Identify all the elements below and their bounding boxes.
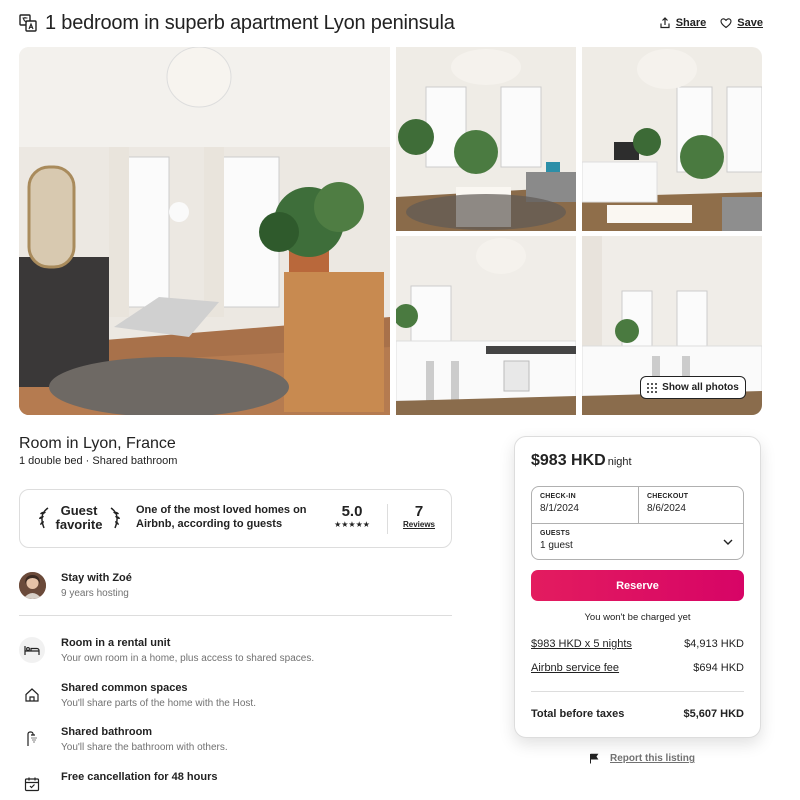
feature-cancellation: Free cancellation for 48 hours: [19, 771, 452, 800]
total-label: Total before taxes: [531, 708, 625, 720]
show-all-label: Show all photos: [662, 382, 739, 393]
home-icon: [19, 682, 45, 708]
bed-icon: [19, 637, 45, 663]
feature-title: Room in a rental unit: [61, 637, 171, 649]
checkout-value: 8/6/2024: [647, 503, 686, 514]
guest-favorite-label: Guest favorite: [54, 504, 104, 532]
rating-stars: ★★★★★: [334, 520, 370, 529]
rating-block: 5.0 ★★★★★: [332, 503, 372, 530]
checkin-label: CHECK-IN: [540, 493, 576, 500]
chevron-down-icon[interactable]: [723, 537, 733, 547]
picker-divider: [638, 487, 639, 523]
no-charge-note: You won't be charged yet: [584, 612, 691, 623]
checkin-value: 8/1/2024: [540, 503, 579, 514]
booking-card: $983 HKD night CHECK-IN 8/1/2024 CHECKOUT…: [514, 436, 761, 738]
price-unit: night: [607, 456, 632, 468]
report-label: Report this listing: [610, 753, 695, 764]
checkout-field[interactable]: CHECKOUT 8/6/2024: [647, 493, 688, 514]
guest-favorite-description: One of the most loved homes on Airbnb, a…: [136, 504, 307, 530]
feature-room-type: Room in a rental unit Your own room in a…: [19, 637, 452, 671]
nightly-price: $983 HKD night: [531, 452, 632, 470]
save-label: Save: [737, 17, 763, 29]
guest-favorite-line2: favorite: [55, 517, 103, 532]
guests-value: 1 guest: [540, 540, 573, 551]
fav-divider: [387, 504, 388, 534]
feature-bathroom: Shared bathroom You'll share the bathroo…: [19, 726, 452, 760]
nights-line: $983 HKD x 5 nights $4,913 HKD: [531, 638, 744, 650]
nights-value: $4,913 HKD: [684, 638, 744, 650]
host-section: Stay with Zoé 9 years hosting: [19, 572, 452, 602]
rating-value: 5.0: [341, 503, 363, 520]
listing-header: 1 bedroom in superb apartment Lyon penin…: [19, 8, 763, 38]
feature-title: Free cancellation for 48 hours: [61, 771, 218, 783]
save-button[interactable]: Save: [720, 17, 763, 29]
feature-desc: You'll share the bathroom with others.: [61, 742, 228, 753]
avatar[interactable]: [19, 572, 46, 599]
reviews-count: 7: [414, 503, 424, 520]
feature-title: Shared common spaces: [61, 682, 188, 694]
title-wrap: 1 bedroom in superb apartment Lyon penin…: [19, 12, 455, 35]
translate-icon[interactable]: [19, 14, 37, 32]
total-value: $5,607 HKD: [683, 708, 744, 720]
section-divider: [19, 615, 452, 616]
feature-common-spaces: Shared common spaces You'll share parts …: [19, 682, 452, 716]
date-guest-picker: CHECK-IN 8/1/2024 CHECKOUT 8/6/2024 GUES…: [531, 486, 744, 560]
reviews-link[interactable]: 7 Reviews: [398, 503, 440, 529]
photo-gallery: Show all photos: [19, 47, 762, 415]
flag-icon: [590, 753, 599, 764]
fee-value: $694 HKD: [693, 662, 744, 674]
feature-desc: You'll share parts of the home with the …: [61, 698, 256, 709]
card-divider: [531, 691, 744, 692]
shower-icon: [19, 726, 45, 752]
fee-line: Airbnb service fee $694 HKD: [531, 662, 744, 674]
feature-desc: Your own room in a home, plus access to …: [61, 653, 315, 664]
main-photo[interactable]: [19, 47, 390, 415]
heart-icon: [720, 18, 732, 29]
page-title: 1 bedroom in superb apartment Lyon penin…: [45, 11, 455, 34]
photo-living-room[interactable]: [396, 47, 576, 231]
feature-title: Shared bathroom: [61, 726, 153, 738]
grid-icon: [647, 382, 658, 393]
laurel-left-icon: [39, 507, 49, 529]
share-label: Share: [675, 17, 707, 29]
reviews-label: Reviews: [402, 520, 436, 529]
calendar-icon: [19, 771, 45, 797]
share-icon: [660, 17, 670, 29]
guest-favorite-box: Guest favorite One of the most loved hom…: [19, 489, 452, 548]
share-button[interactable]: Share: [659, 17, 707, 29]
host-name: Stay with Zoé: [61, 572, 132, 584]
guests-label: GUESTS: [540, 530, 570, 537]
laurel-right-icon: [110, 507, 120, 529]
guests-field[interactable]: GUESTS 1 guest: [540, 530, 573, 551]
room-subtitle: 1 double bed · Shared bathroom: [19, 455, 178, 467]
checkout-label: CHECKOUT: [647, 493, 689, 500]
photo-kitchen[interactable]: [396, 236, 576, 415]
nights-label[interactable]: $983 HKD x 5 nights: [531, 638, 632, 650]
picker-divider: [532, 523, 743, 524]
total-line: Total before taxes $5,607 HKD: [531, 708, 744, 720]
fee-label[interactable]: Airbnb service fee: [531, 662, 619, 674]
price-value: $983 HKD: [531, 452, 606, 469]
room-title: Room in Lyon, France: [19, 435, 176, 452]
header-actions: Share Save: [659, 17, 763, 29]
report-listing-link[interactable]: Report this listing: [589, 753, 695, 764]
show-all-photos-button[interactable]: Show all photos: [640, 376, 746, 399]
host-years: 9 years hosting: [61, 588, 129, 599]
photo-living-room-2[interactable]: [582, 47, 762, 231]
checkin-field[interactable]: CHECK-IN 8/1/2024: [540, 493, 579, 514]
guest-favorite-line1: Guest: [60, 503, 98, 518]
reserve-button[interactable]: Reserve: [531, 570, 744, 601]
